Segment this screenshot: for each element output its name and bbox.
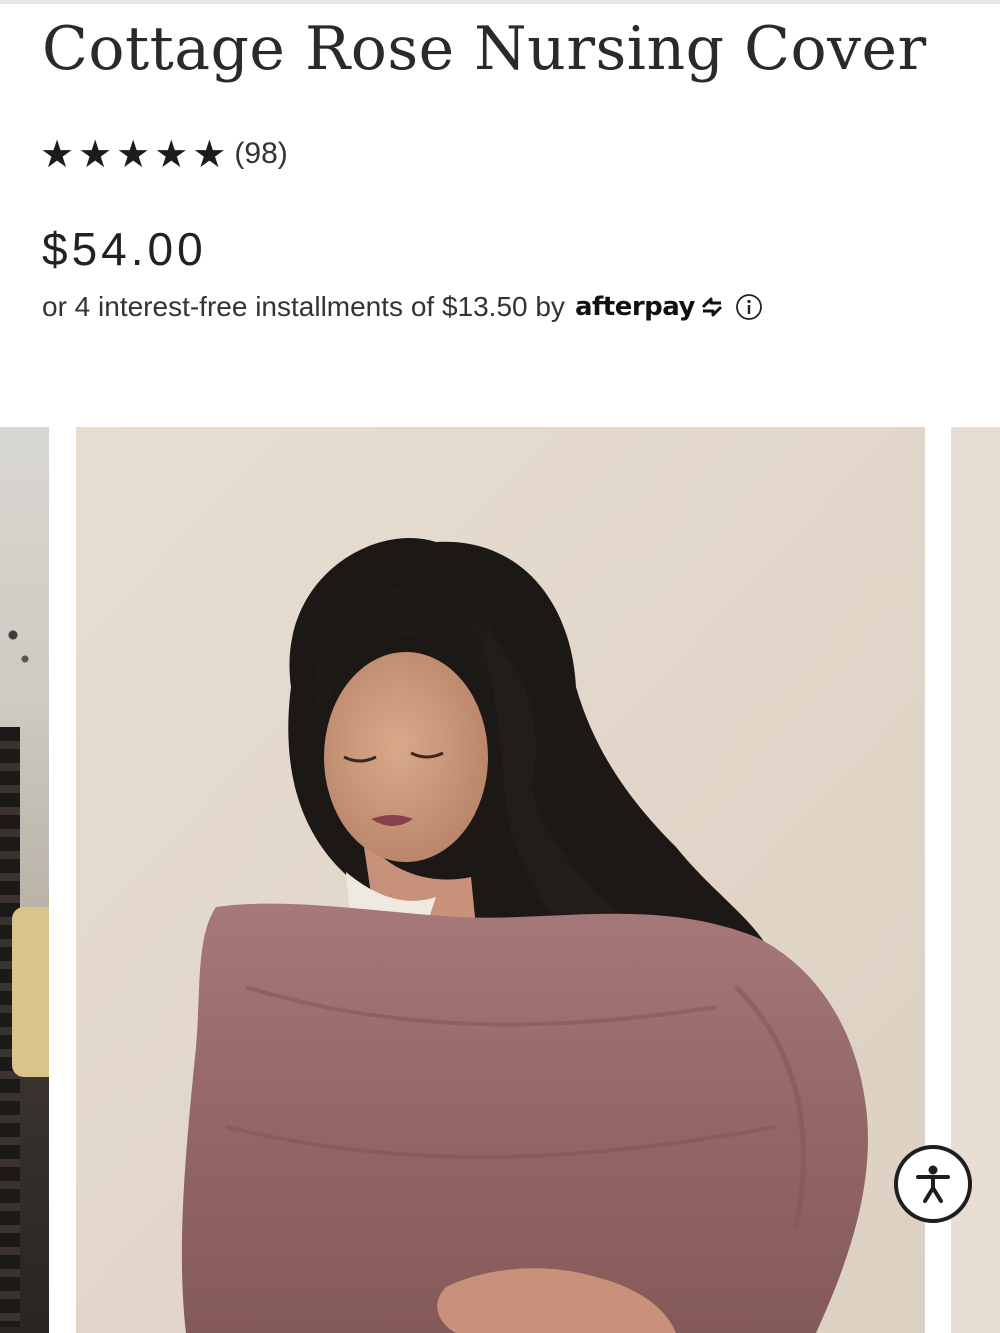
rating-summary[interactable]: ★ ★ ★ ★ ★ (98) (40, 134, 288, 174)
nursing-cover-model-photo[interactable] (76, 427, 925, 1333)
star-rating: ★ ★ ★ ★ ★ (40, 134, 226, 174)
star-icon: ★ (192, 132, 227, 176)
top-divider (0, 0, 1000, 4)
product-image-carousel[interactable] (0, 427, 1000, 1333)
afterpay-arrows-icon (701, 297, 723, 317)
afterpay-installments: or 4 interest-free installments of $13.5… (42, 291, 763, 323)
star-icon: ★ (78, 132, 113, 176)
accessibility-button[interactable] (894, 1145, 972, 1223)
accessibility-icon (916, 1165, 950, 1203)
afterpay-logo: afterpay (575, 292, 727, 322)
star-icon: ★ (154, 132, 189, 176)
star-icon: ★ (116, 132, 151, 176)
installments-text: or 4 interest-free installments of $13.5… (42, 291, 565, 322)
previous-product-image[interactable] (0, 427, 49, 1333)
afterpay-label: afterpay (574, 292, 696, 322)
product-price: $54.00 (42, 223, 207, 275)
review-count-link[interactable]: (98) (234, 137, 287, 171)
info-icon[interactable] (735, 293, 763, 321)
star-icon: ★ (40, 132, 75, 176)
product-title: Cottage Rose Nursing Cover (42, 14, 927, 84)
